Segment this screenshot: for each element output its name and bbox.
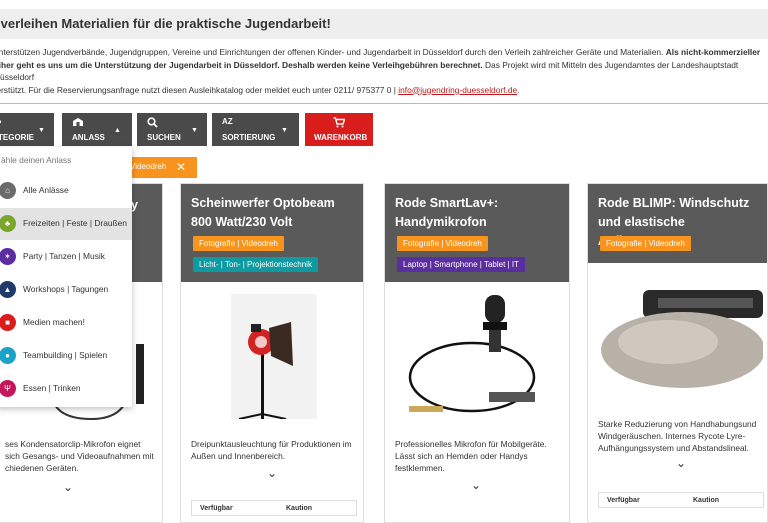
anlass-dropdown: ähle deinen Anlass ⌂ Alle Anlässe ♣ Frei… [0, 147, 132, 407]
dropdown-item-essen[interactable]: Ψ Essen | Trinken [0, 373, 132, 405]
dropdown-item-label: Party | Tanzen | Musik [23, 251, 105, 261]
category-tag[interactable]: Licht- | Ton- | Projektionstechnik [193, 257, 318, 272]
sparkle-icon: ✶ [0, 248, 16, 265]
shopping-cart-icon [333, 117, 346, 131]
chevron-down-icon: ▼ [281, 127, 288, 134]
card-title: Scheinwerfer Optobeam 800 Watt/230 Volt [191, 196, 335, 229]
availability-table-header: Verfügbar Kaution [191, 500, 357, 516]
category-tag[interactable]: Fotografie | Videodreh [600, 236, 691, 251]
sort-az-icon: AZ [222, 117, 233, 126]
dropdown-header: ähle deinen Anlass [1, 155, 72, 165]
dropdown-item-medien[interactable]: ■ Medien machen! [0, 307, 132, 339]
product-card-3[interactable]: Rode SmartLav+: Handymikrofon Fotografie… [384, 183, 570, 523]
col-kaution: Kaution [693, 497, 720, 504]
sortierung-button[interactable]: AZ SORTIERUNG ▼ [212, 113, 299, 146]
card-header: Rode BLIMP: Windschutz und elastische Au… [588, 184, 767, 263]
close-icon[interactable]: ✕ [176, 160, 186, 174]
suchen-label: SUCHEN [147, 133, 181, 142]
sortierung-label: SORTIERUNG [222, 133, 276, 142]
category-tag[interactable]: Laptop | Smartphone | Tablet | IT [397, 257, 525, 272]
kategorie-label: TEGORIE [0, 133, 35, 142]
category-icon: ▪ [0, 117, 2, 128]
card-description: ses Kondensatorclip-Mikrofon eignet sich… [5, 439, 154, 473]
anlass-label: ANLASS [72, 133, 105, 142]
card-header: Rode SmartLav+: Handymikrofon Fotografie… [385, 184, 569, 282]
intro-line1-bold: Als nicht-kommerzieller [665, 47, 761, 57]
chevron-down-icon[interactable]: ⌄ [676, 456, 686, 470]
chevron-down-icon[interactable]: ⌄ [63, 480, 73, 494]
product-image [231, 294, 317, 420]
col-verfuegbar: Verfügbar [607, 497, 640, 504]
card-header: Scheinwerfer Optobeam 800 Watt/230 Volt … [181, 184, 363, 282]
product-card-2[interactable]: Scheinwerfer Optobeam 800 Watt/230 Volt … [180, 183, 364, 523]
kategorie-filter-button[interactable]: ▪ TEGORIE ▼ [0, 113, 54, 146]
chip-label: Videodreh [130, 162, 167, 171]
dropdown-item-alle-anlaesse[interactable]: ⌂ Alle Anlässe [0, 175, 132, 207]
intro-line3: terstützt. Für die Reservierungsanfrage … [0, 84, 399, 95]
cutlery-icon: Ψ [0, 380, 16, 397]
warenkorb-button[interactable]: WARENKORB [305, 113, 373, 146]
card-description: Dreipunktausleuchtung für Produktionen i… [191, 439, 352, 461]
warenkorb-label: WARENKORB [314, 133, 368, 142]
dropdown-item-label: Freizeiten | Feste | Draußen [23, 218, 127, 228]
anlass-icon [72, 117, 84, 130]
page-title-bar: r verleihen Materialien für die praktisc… [0, 9, 768, 39]
dropdown-item-teambuilding[interactable]: ● Teambuilding | Spielen [0, 340, 132, 372]
dropdown-item-workshops[interactable]: ▲ Workshops | Tagungen [0, 274, 132, 306]
col-kaution: Kaution [286, 505, 313, 512]
chevron-down-icon[interactable]: ⌄ [471, 478, 481, 492]
dropdown-item-freizeiten[interactable]: ♣ Freizeiten | Feste | Draußen [0, 208, 132, 240]
intro-text: unterstützen Jugendverbände, Jugendgrupp… [0, 46, 762, 96]
card-description: Professionelles Mikrofon für Mobilgeräte… [395, 439, 547, 473]
col-verfuegbar: Verfügbar [200, 505, 233, 512]
home-icon: ⌂ [0, 182, 16, 199]
product-image [598, 280, 765, 390]
search-icon [147, 117, 158, 131]
card-title: y [131, 198, 138, 212]
suchen-button[interactable]: SUCHEN ▼ [137, 113, 207, 146]
dropdown-item-label: Teambuilding | Spielen [23, 350, 108, 360]
graduation-cap-icon: ▲ [0, 281, 16, 298]
dropdown-item-label: Workshops | Tagungen [23, 284, 109, 294]
tree-icon: ♣ [0, 215, 16, 232]
intro-line1: unterstützen Jugendverbände, Jugendgrupp… [0, 47, 666, 57]
product-image [397, 292, 557, 422]
chevron-up-icon: ▲ [114, 127, 121, 134]
email-link[interactable]: info@jugendring-duesseldorf.de [398, 85, 517, 95]
intro-line2-bold: eiher geht es uns um die Unterstützung d… [0, 59, 483, 70]
page-title: r verleihen Materialien für die praktisc… [0, 16, 331, 31]
intro-line3-end: . [517, 84, 520, 95]
chevron-down-icon: ▼ [191, 127, 198, 134]
video-camera-icon: ■ [0, 314, 16, 331]
availability-table-header: Verfügbar Kaution [598, 492, 764, 508]
category-tag[interactable]: Fotografie | Videodreh [397, 236, 488, 251]
category-tag[interactable]: Fotografie | Videodreh [193, 236, 284, 251]
dropdown-item-party[interactable]: ✶ Party | Tanzen | Musik [0, 241, 132, 273]
card-description: Starke Reduzierung von Handhabungsund Wi… [598, 419, 757, 453]
dropdown-item-label: Essen | Trinken [23, 383, 81, 393]
chevron-down-icon[interactable]: ⌄ [267, 466, 277, 480]
chevron-down-icon: ▼ [38, 127, 45, 134]
card-title: Rode SmartLav+: Handymikrofon [395, 196, 499, 229]
dropdown-item-label: Alle Anlässe [23, 185, 69, 195]
people-icon: ● [0, 347, 16, 364]
product-card-4[interactable]: Rode BLIMP: Windschutz und elastische Au… [587, 183, 768, 523]
dropdown-item-label: Medien machen! [23, 317, 85, 327]
anlass-filter-button[interactable]: ANLASS ▲ [62, 113, 132, 146]
divider [0, 103, 768, 104]
